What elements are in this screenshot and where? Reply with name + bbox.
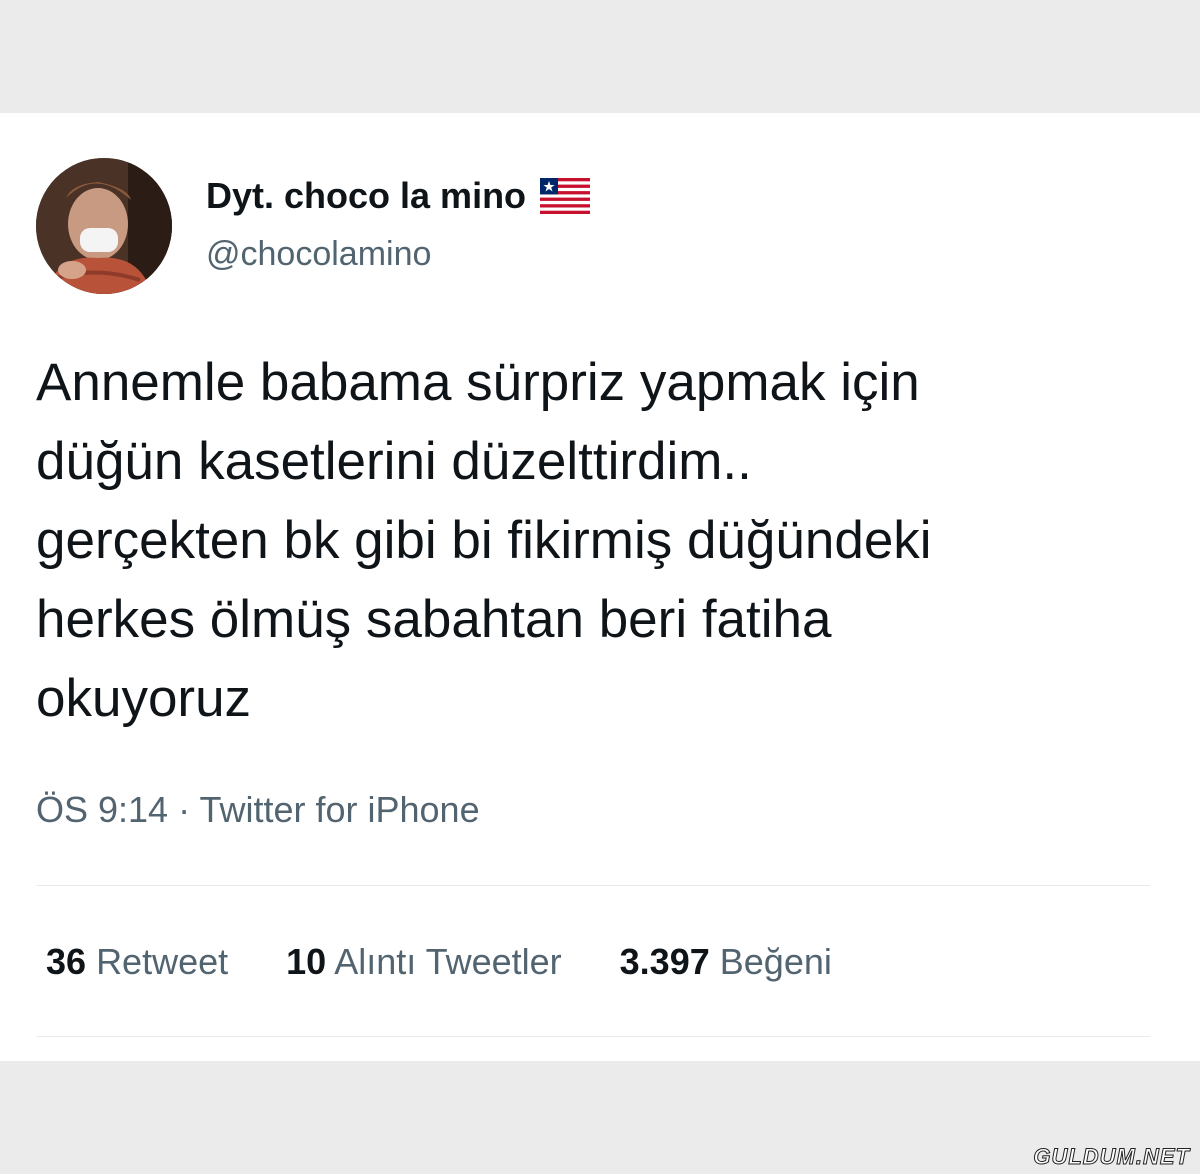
tweet-meta: ÖS 9:14 · Twitter for iPhone xyxy=(36,789,480,831)
quote-label: Alıntı Tweetler xyxy=(334,941,562,982)
tweet-card: Dyt. choco la mino @chocolamino Annemle … xyxy=(0,113,1200,1061)
tweet-text-line: okuyoruz xyxy=(36,669,252,728)
divider xyxy=(36,885,1150,886)
quote-count: 10 xyxy=(286,941,327,982)
tweet-text-line: herkes ölmüş sabahtan beri fatiha xyxy=(36,590,832,649)
like-label: Beğeni xyxy=(719,941,832,982)
retweet-count: 36 xyxy=(46,941,87,982)
divider xyxy=(36,1036,1150,1037)
liberia-flag-icon xyxy=(540,178,591,214)
like-count: 3.397 xyxy=(619,941,710,982)
tweet-source[interactable]: Twitter for iPhone xyxy=(199,789,479,830)
user-handle[interactable]: @chocolamino xyxy=(206,235,431,274)
tweet-text-line: düğün kasetlerini düzelttirdim.. xyxy=(36,432,752,491)
tweet-text-line: gerçekten bk gibi bi fikirmiş düğündeki xyxy=(36,511,932,570)
display-name[interactable]: Dyt. choco la mino xyxy=(206,175,591,217)
meta-separator: · xyxy=(178,789,191,830)
tweet-stats: 36 Retweet 10 Alıntı Tweetler 3.397 Beğe… xyxy=(46,941,832,983)
screenshot-page: Dyt. choco la mino @chocolamino Annemle … xyxy=(0,0,1200,1174)
display-name-text: Dyt. choco la mino xyxy=(206,175,527,216)
retweet-stat[interactable]: 36 Retweet xyxy=(46,941,228,983)
avatar-image xyxy=(36,158,172,294)
retweet-label: Retweet xyxy=(96,941,229,982)
tweet-time[interactable]: ÖS 9:14 xyxy=(36,789,168,830)
tweet-text: Annemle babama sürpriz yapmak için düğün… xyxy=(36,343,1166,738)
avatar[interactable] xyxy=(36,158,172,294)
quote-stat[interactable]: 10 Alıntı Tweetler xyxy=(286,941,562,983)
tweet-text-line: Annemle babama sürpriz yapmak için xyxy=(36,353,920,412)
watermark-logo: GULDUM.NET xyxy=(1033,1144,1190,1170)
like-stat[interactable]: 3.397 Beğeni xyxy=(620,941,832,983)
